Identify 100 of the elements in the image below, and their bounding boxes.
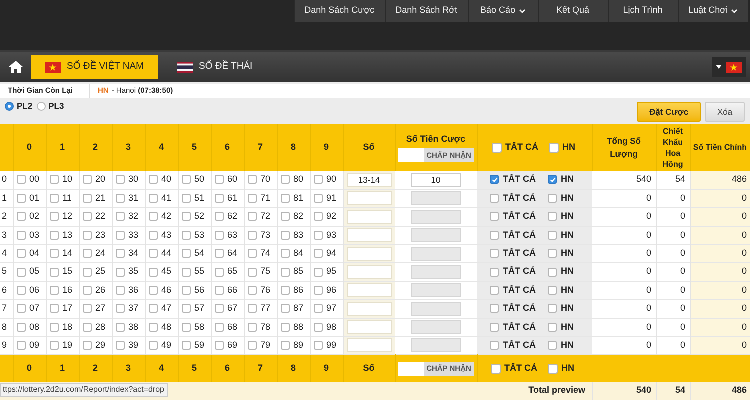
checkbox[interactable] — [280, 249, 290, 258]
checkbox[interactable] — [490, 322, 499, 332]
checkbox[interactable] — [50, 175, 58, 184]
checkbox[interactable] — [280, 230, 290, 240]
checkbox[interactable] — [82, 249, 92, 258]
checkbox[interactable] — [548, 142, 558, 152]
checkbox[interactable] — [82, 286, 92, 296]
clear-button[interactable]: Xóa — [705, 102, 745, 122]
menu-item[interactable]: Danh Sách Cược — [294, 0, 385, 22]
checkbox[interactable] — [490, 249, 499, 258]
checkbox[interactable] — [182, 249, 190, 258]
checkbox[interactable] — [82, 304, 92, 314]
checkbox[interactable] — [548, 268, 557, 277]
checkbox[interactable] — [116, 194, 124, 204]
checkbox[interactable] — [280, 194, 290, 204]
checkbox[interactable] — [490, 212, 499, 222]
checkbox[interactable] — [182, 341, 190, 350]
checkbox[interactable] — [82, 175, 92, 184]
checkbox[interactable] — [50, 322, 58, 332]
checkbox[interactable] — [548, 175, 557, 184]
checkbox[interactable] — [314, 304, 322, 314]
number-input[interactable] — [346, 210, 392, 224]
checkbox[interactable] — [16, 286, 26, 296]
checkbox[interactable] — [214, 341, 224, 350]
checkbox[interactable] — [16, 268, 26, 277]
checkbox[interactable] — [182, 194, 190, 204]
checkbox[interactable] — [148, 341, 158, 350]
checkbox[interactable] — [490, 286, 499, 296]
checkbox[interactable] — [548, 364, 558, 374]
checkbox[interactable] — [214, 304, 224, 314]
checkbox[interactable] — [148, 249, 158, 258]
checkbox[interactable] — [548, 249, 557, 258]
place-bet-button[interactable]: Đặt Cược — [637, 102, 701, 122]
checkbox[interactable] — [490, 194, 499, 204]
checkbox[interactable] — [214, 286, 224, 296]
checkbox[interactable] — [116, 322, 124, 332]
checkbox[interactable] — [182, 304, 190, 314]
checkbox[interactable] — [314, 194, 322, 204]
checkbox[interactable] — [148, 175, 158, 184]
menu-item[interactable]: Luật Chơi — [678, 0, 748, 22]
checkbox[interactable] — [490, 230, 499, 240]
amount-input[interactable] — [398, 362, 424, 376]
checkbox[interactable] — [82, 194, 92, 204]
checkbox[interactable] — [248, 341, 256, 350]
checkbox[interactable] — [214, 194, 224, 204]
checkbox[interactable] — [50, 304, 58, 314]
radio-button[interactable] — [36, 102, 46, 111]
checkbox[interactable] — [148, 230, 158, 240]
checkbox[interactable] — [16, 322, 26, 332]
checkbox[interactable] — [82, 341, 92, 350]
checkbox[interactable] — [248, 194, 256, 204]
checkbox[interactable] — [50, 341, 58, 350]
checkbox[interactable] — [182, 175, 190, 184]
checkbox[interactable] — [148, 322, 158, 332]
checkbox[interactable] — [182, 286, 190, 296]
number-input[interactable] — [346, 246, 392, 260]
checkbox[interactable] — [116, 304, 124, 314]
checkbox[interactable] — [214, 230, 224, 240]
checkbox[interactable] — [116, 249, 124, 258]
checkbox[interactable] — [50, 212, 58, 222]
nav-tab[interactable]: SỐ ĐỀ VIỆT NAM — [31, 55, 158, 79]
checkbox[interactable] — [148, 194, 158, 204]
checkbox[interactable] — [248, 268, 256, 277]
checkbox[interactable] — [214, 322, 224, 332]
checkbox[interactable] — [280, 304, 290, 314]
checkbox[interactable] — [116, 268, 124, 277]
number-input[interactable] — [346, 302, 392, 316]
checkbox[interactable] — [548, 322, 557, 332]
checkbox[interactable] — [148, 268, 158, 277]
checkbox[interactable] — [214, 212, 224, 222]
checkbox[interactable] — [314, 230, 322, 240]
checkbox[interactable] — [492, 142, 502, 152]
checkbox[interactable] — [82, 322, 92, 332]
checkbox[interactable] — [50, 268, 58, 277]
amount-input[interactable] — [398, 148, 424, 162]
checkbox[interactable] — [314, 268, 322, 277]
checkbox[interactable] — [148, 304, 158, 314]
checkbox[interactable] — [490, 364, 500, 374]
checkbox[interactable] — [490, 304, 499, 314]
checkbox[interactable] — [248, 322, 256, 332]
radio-button[interactable] — [5, 102, 14, 111]
checkbox[interactable] — [50, 249, 58, 258]
checkbox[interactable] — [82, 212, 92, 222]
number-input[interactable] — [346, 283, 392, 298]
checkbox[interactable] — [116, 212, 124, 222]
checkbox[interactable] — [280, 212, 290, 222]
checkbox[interactable] — [280, 175, 290, 184]
checkbox[interactable] — [280, 286, 290, 296]
checkbox[interactable] — [248, 286, 256, 296]
checkbox[interactable] — [248, 304, 256, 314]
number-input[interactable] — [346, 191, 392, 206]
menu-item[interactable]: Lịch Trình — [608, 0, 678, 22]
checkbox[interactable] — [548, 304, 557, 314]
checkbox[interactable] — [548, 341, 557, 350]
checkbox[interactable] — [314, 212, 322, 222]
checkbox[interactable] — [16, 341, 26, 350]
menu-item[interactable]: Danh Sách Rớt — [384, 0, 468, 22]
amount-input[interactable]: 10 — [411, 172, 461, 187]
checkbox[interactable] — [248, 175, 256, 184]
checkbox[interactable] — [116, 286, 124, 296]
